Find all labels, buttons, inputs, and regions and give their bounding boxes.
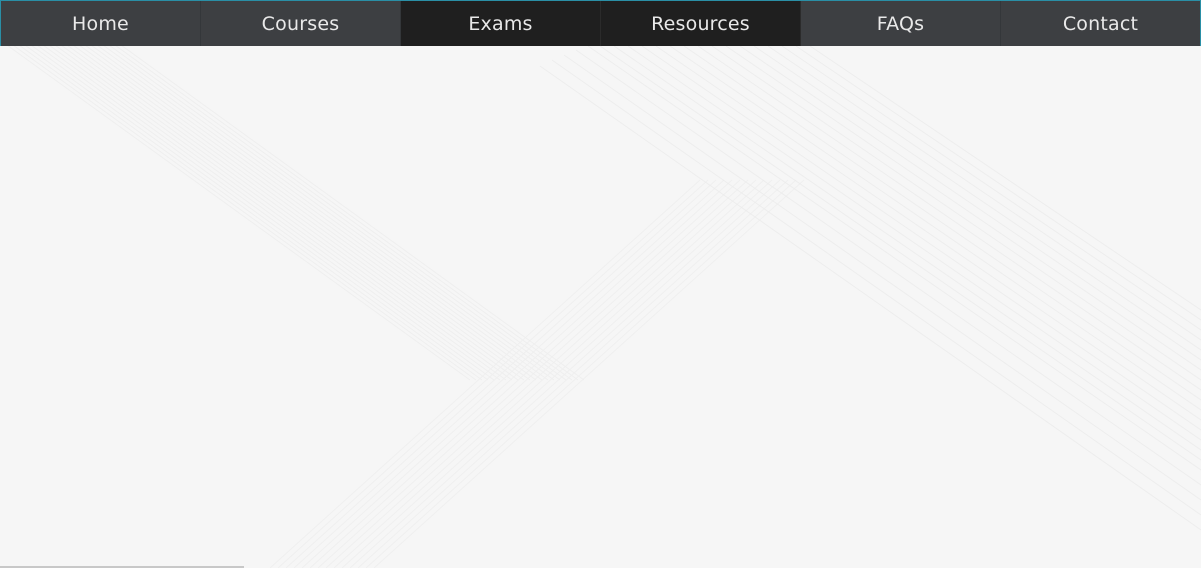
nav-item-label: Resources	[651, 12, 750, 35]
nav-item-label: FAQs	[876, 12, 925, 35]
main-nav: Home Courses Exams Resources FAQs Contac…	[0, 0, 1201, 46]
background-line-pattern	[0, 39, 1201, 568]
nav-item-label: Exams	[468, 12, 533, 35]
page: Home Courses Exams Resources FAQs Contac…	[0, 0, 1201, 568]
nav-item-resources[interactable]: Resources	[601, 1, 801, 46]
nav-item-exams[interactable]: Exams	[401, 1, 601, 46]
nav-item-label: Home	[72, 12, 129, 35]
nav-item-contact[interactable]: Contact	[1001, 1, 1201, 46]
nav-item-home[interactable]: Home	[0, 1, 201, 46]
nav-item-label: Contact	[1062, 12, 1139, 35]
nav-item-faqs[interactable]: FAQs	[801, 1, 1001, 46]
nav-item-label: Courses	[261, 12, 340, 35]
nav-item-courses[interactable]: Courses	[201, 1, 401, 46]
